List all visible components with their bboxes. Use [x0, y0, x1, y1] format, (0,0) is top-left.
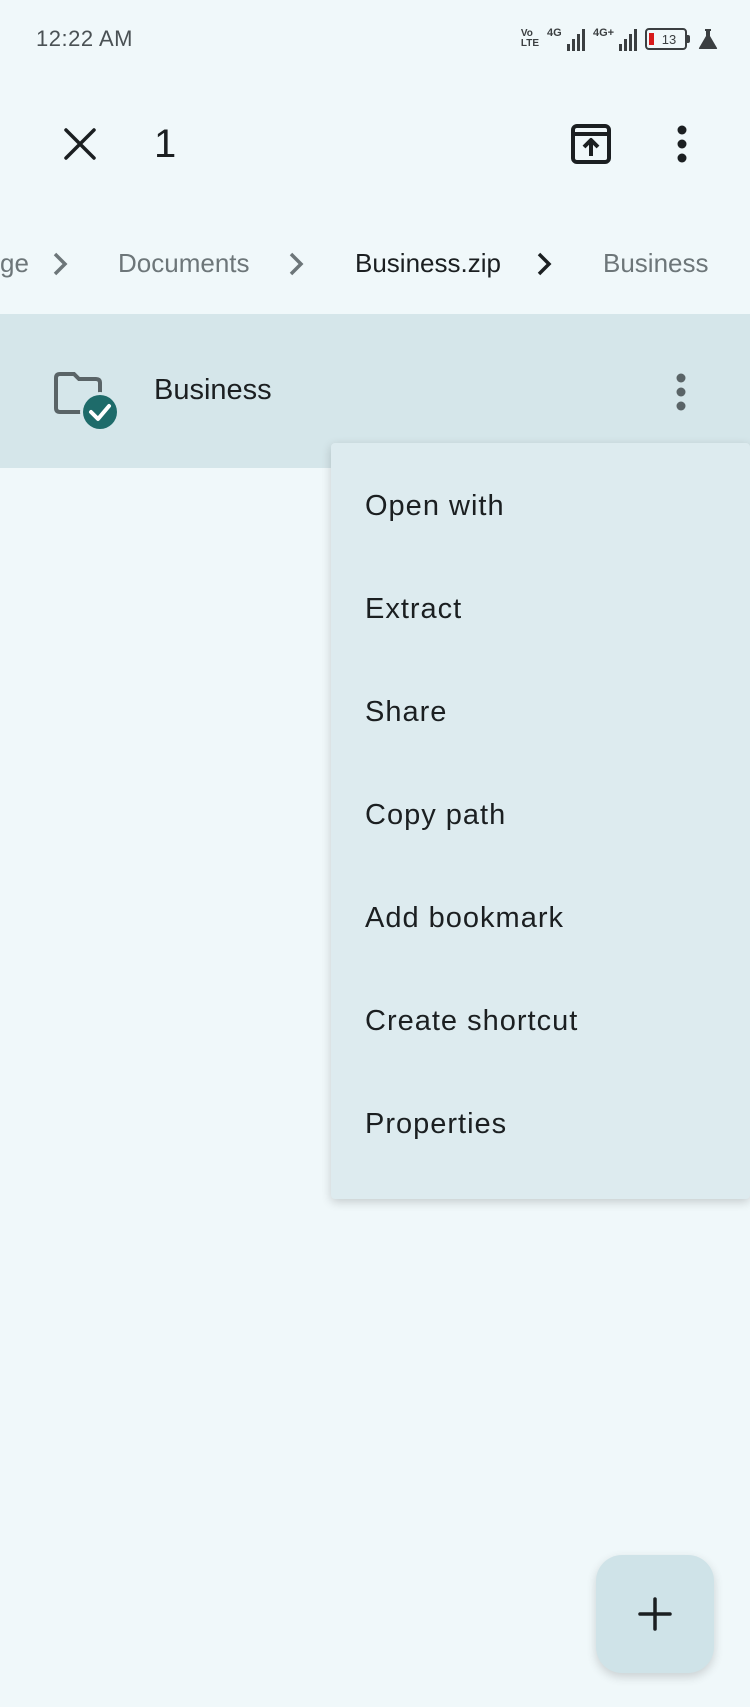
folder-icon	[54, 372, 120, 432]
context-menu: Open with Extract Share Copy path Add bo…	[331, 443, 750, 1199]
more-vertical-icon	[677, 125, 687, 163]
chevron-right-icon	[289, 252, 304, 276]
status-time: 12:22 AM	[36, 26, 133, 51]
menu-item-extract[interactable]: Extract	[331, 558, 750, 661]
signal-icon-2: 4G+	[593, 27, 637, 51]
menu-item-properties[interactable]: Properties	[331, 1073, 750, 1176]
file-manager-screen: 12:22 AM Vo LTE 4G 4G+ 13 1 ge Documents…	[0, 0, 750, 1707]
archive-button[interactable]	[563, 116, 619, 172]
menu-item-share[interactable]: Share	[331, 661, 750, 764]
menu-item-open-with[interactable]: Open with	[331, 455, 750, 558]
battery-icon: 13	[645, 28, 690, 50]
breadcrumb: ge Documents Business.zip Business	[0, 236, 750, 296]
more-options-button[interactable]	[654, 116, 710, 172]
close-icon	[64, 128, 96, 160]
selection-count: 1	[154, 122, 177, 166]
menu-item-create-shortcut[interactable]: Create shortcut	[331, 970, 750, 1073]
breadcrumb-item-business-zip[interactable]: Business.zip	[355, 248, 501, 279]
status-bar: 12:22 AM Vo LTE 4G 4G+ 13	[0, 0, 750, 78]
close-selection-button[interactable]	[52, 116, 108, 172]
selection-action-bar: 1	[0, 100, 750, 190]
chevron-right-icon	[537, 252, 552, 276]
battery-level: 13	[661, 31, 677, 47]
signal-icon: 4G	[547, 27, 585, 51]
breadcrumb-item-storage[interactable]: ge	[0, 248, 29, 279]
add-fab-button[interactable]	[596, 1555, 714, 1673]
breadcrumb-item-documents[interactable]: Documents	[118, 248, 250, 279]
plus-icon	[638, 1597, 672, 1631]
file-name: Business	[154, 374, 272, 406]
breadcrumb-item-business[interactable]: Business	[603, 248, 709, 279]
status-icons: Vo LTE 4G 4G+ 13	[521, 27, 718, 51]
volte-icon: Vo LTE	[520, 28, 539, 49]
menu-item-copy-path[interactable]: Copy path	[331, 764, 750, 867]
menu-item-add-bookmark[interactable]: Add bookmark	[331, 867, 750, 970]
more-vertical-icon	[676, 373, 686, 411]
chevron-right-icon	[53, 252, 68, 276]
flask-icon	[698, 29, 718, 49]
archive-upload-icon	[571, 124, 611, 164]
file-more-button[interactable]	[660, 364, 702, 420]
